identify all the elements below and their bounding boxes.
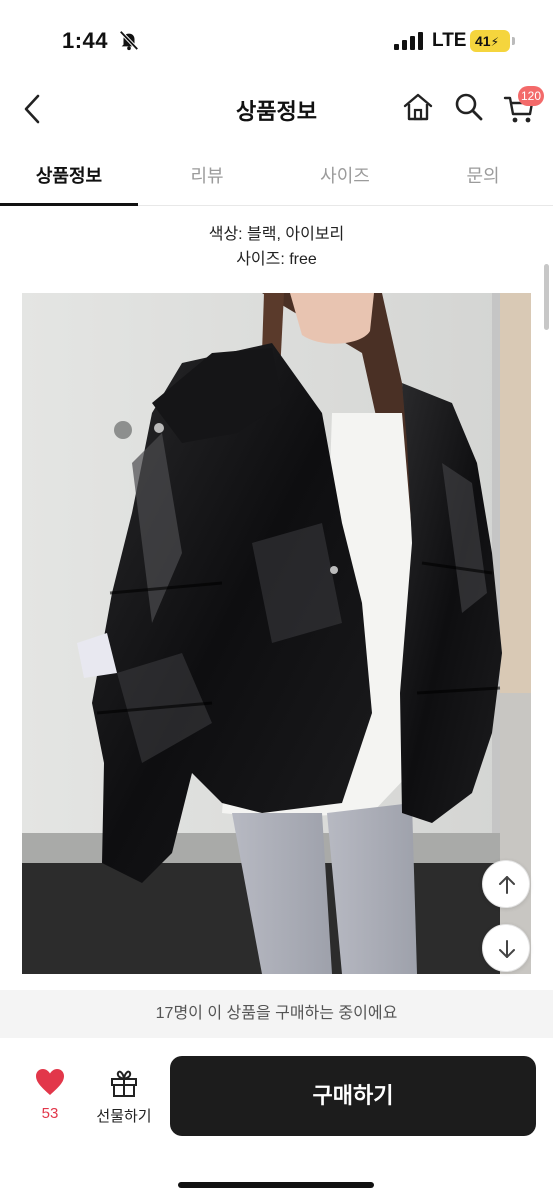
battery-indicator: 41⚡ bbox=[470, 30, 515, 52]
tab-inquiry[interactable]: 문의 bbox=[414, 162, 552, 188]
bottom-action-bar: 53 선물하기 구매하기 bbox=[0, 1038, 553, 1200]
tab-review[interactable]: 리뷰 bbox=[138, 162, 276, 188]
like-count: 53 bbox=[41, 1105, 59, 1122]
gift-icon bbox=[111, 1070, 137, 1097]
heart-icon bbox=[36, 1069, 64, 1095]
arrow-down-icon bbox=[499, 940, 515, 958]
buy-button[interactable]: 구매하기 bbox=[170, 1056, 536, 1136]
gift-label: 선물하기 bbox=[96, 1108, 152, 1125]
arrow-up-icon bbox=[499, 876, 515, 894]
like-button[interactable]: 53 bbox=[30, 1068, 70, 1122]
scroll-top-button[interactable] bbox=[482, 860, 530, 908]
gift-button[interactable]: 선물하기 bbox=[92, 1068, 156, 1126]
scroll-bottom-button[interactable] bbox=[482, 924, 530, 972]
active-tab-indicator bbox=[0, 203, 138, 206]
product-tabs: 상품정보 리뷰 사이즈 문의 bbox=[0, 148, 553, 206]
product-description: 색상: 블랙, 아이보리 사이즈: free bbox=[0, 222, 553, 272]
network-label: LTE bbox=[432, 30, 467, 51]
home-indicator[interactable] bbox=[178, 1182, 374, 1188]
bell-slash-icon bbox=[119, 30, 139, 51]
cart-count-badge: 120 bbox=[518, 86, 544, 106]
status-time: 1:44 bbox=[62, 28, 109, 53]
size-options: 사이즈: free bbox=[236, 251, 317, 268]
signal-icon bbox=[394, 32, 423, 50]
product-photo-illustration bbox=[22, 293, 531, 974]
tab-size[interactable]: 사이즈 bbox=[276, 162, 414, 188]
purchase-activity-notice: 17명이 이 상품을 구매하는 중이에요 bbox=[0, 990, 553, 1038]
color-options: 색상: 블랙, 아이보리 bbox=[208, 226, 345, 243]
scrollbar[interactable] bbox=[544, 264, 549, 330]
search-icon[interactable] bbox=[454, 92, 484, 122]
product-photo bbox=[22, 293, 531, 974]
battery-level: 41 bbox=[475, 33, 491, 49]
home-icon[interactable] bbox=[402, 92, 434, 122]
status-bar: 1:44 LTE 41⚡ bbox=[0, 0, 553, 80]
tab-product-info[interactable]: 상품정보 bbox=[0, 162, 138, 188]
top-header: 상품정보 bbox=[0, 80, 553, 138]
